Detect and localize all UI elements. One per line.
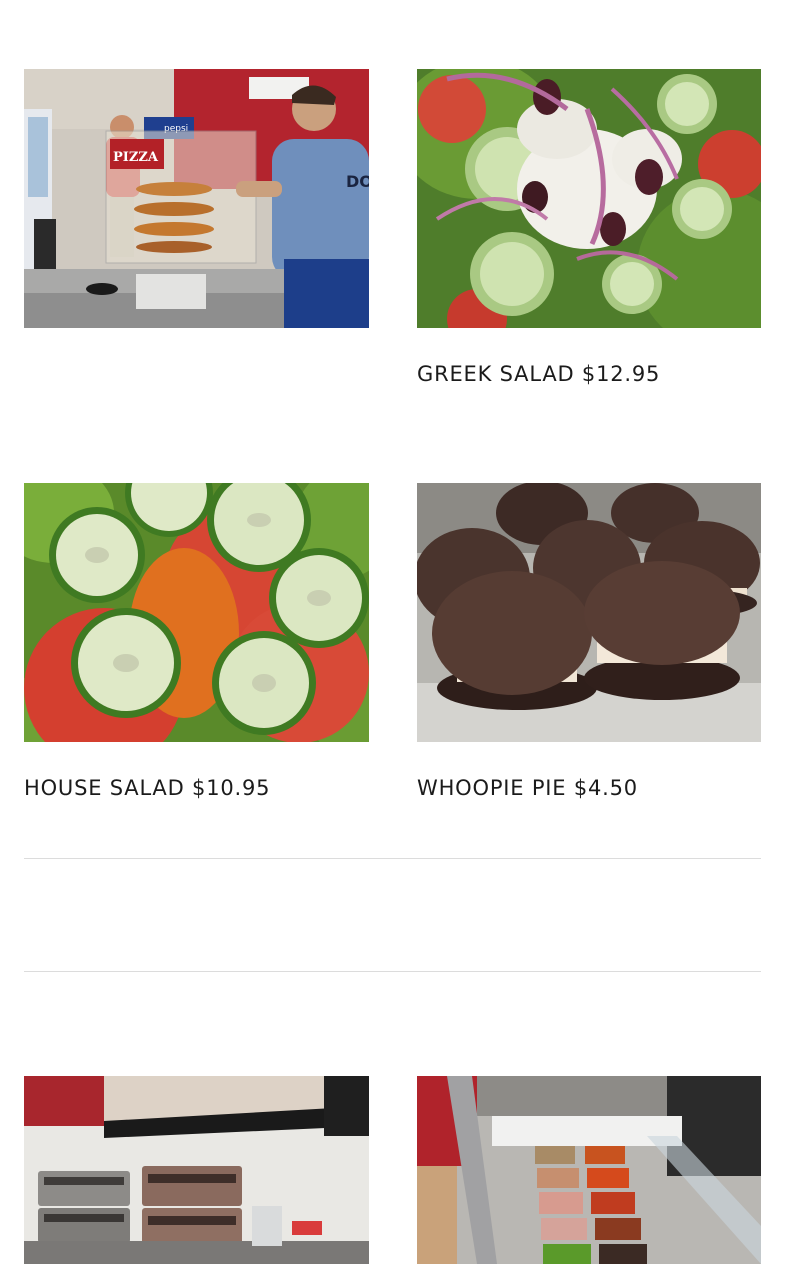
greek-salad-caption: GREEK SALAD $12.95 [417, 362, 661, 386]
house-salad-image [24, 483, 369, 742]
whoopie-pie-image [417, 483, 761, 742]
greek-salad-photo[interactable] [417, 69, 761, 328]
whoopie-pie-photo[interactable] [417, 483, 761, 742]
section-divider-bottom [24, 971, 761, 972]
house-salad-caption: HOUSE SALAD $10.95 [24, 776, 271, 800]
section-divider-top [24, 858, 761, 859]
house-salad-photo[interactable] [24, 483, 369, 742]
shirt-text: DO [346, 172, 369, 191]
pizza-counter-image: pepsi PIZZA DO [24, 69, 369, 328]
pizza-ovens-photo[interactable] [24, 1076, 369, 1264]
topping-bar-photo[interactable] [417, 1076, 761, 1264]
pizza-ovens-image [24, 1076, 369, 1264]
greek-salad-image [417, 69, 761, 328]
pizza-counter-photo[interactable]: pepsi PIZZA DO [24, 69, 369, 328]
whoopie-pie-caption: WHOOPIE PIE $4.50 [417, 776, 638, 800]
topping-bar-image [417, 1076, 761, 1264]
pizza-sign-text: PIZZA [113, 150, 159, 165]
